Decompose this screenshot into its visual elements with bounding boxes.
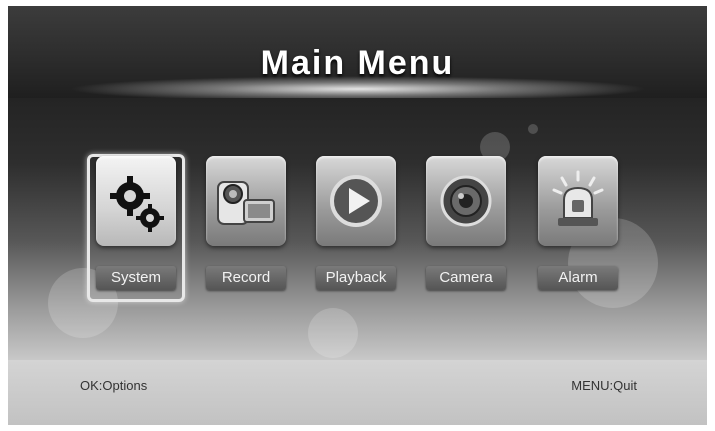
footer-bar: OK:Options MENU:Quit — [8, 360, 707, 425]
menu-item-label-camera[interactable]: Camera — [426, 266, 506, 290]
decorative-bubble — [308, 308, 358, 358]
play-icon — [330, 175, 382, 227]
menu-item-record[interactable] — [206, 156, 286, 246]
dvr-main-menu-screen: Main Menu System Record Playback Camera … — [8, 6, 707, 425]
menu-item-label-playback[interactable]: Playback — [316, 266, 396, 290]
camcorder-icon — [217, 181, 275, 225]
header-bar: Main Menu — [8, 6, 707, 102]
menu-item-system[interactable] — [96, 156, 176, 246]
menu-item-label-alarm[interactable]: Alarm — [538, 266, 618, 290]
camera-lens-icon — [440, 175, 492, 227]
page-title: Main Menu — [260, 44, 455, 82]
menu-item-alarm[interactable] — [538, 156, 618, 246]
siren-icon — [552, 170, 604, 226]
menu-item-label-record[interactable]: Record — [206, 266, 286, 290]
gears-icon — [110, 176, 164, 232]
decorative-bubble — [528, 124, 538, 134]
menu-item-label-system[interactable]: System — [96, 266, 176, 290]
menu-item-camera[interactable] — [426, 156, 506, 246]
menu-quit-hint: MENU:Quit — [571, 378, 637, 393]
menu-item-playback[interactable] — [316, 156, 396, 246]
ok-options-hint: OK:Options — [80, 378, 148, 393]
